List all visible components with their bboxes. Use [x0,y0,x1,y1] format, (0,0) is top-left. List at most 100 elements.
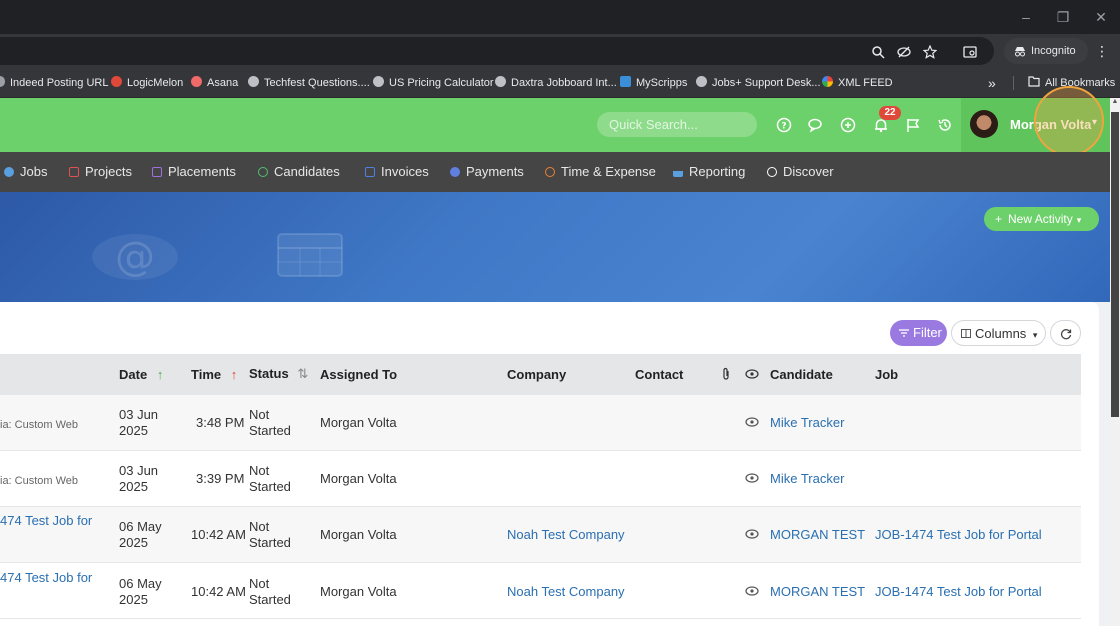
columns-button[interactable]: Columns ▾ [951,320,1046,346]
subject-cell: ia: Custom Web [0,419,79,431]
column-header-time[interactable]: Time ↑ [191,367,237,382]
star-icon[interactable] [923,45,937,59]
scrollbar-thumb[interactable] [1111,112,1119,417]
nav-item-label: Payments [466,164,524,179]
table-row[interactable]: 474 Test Job for 06 May 2025 10:42 AM Not… [0,563,1081,619]
column-header-company[interactable]: Company [507,367,566,382]
chat-icon[interactable] [808,117,824,133]
bookmarks-overflow-icon[interactable]: » [988,75,996,91]
eye-icon[interactable] [745,473,759,483]
bookmark-techfest[interactable]: Techfest Questions.... [248,75,370,91]
calendar-watermark-icon [277,233,343,277]
activity-table-card: Filter Columns ▾ Date ↑ Time ↑ Status ⇅ … [0,302,1099,626]
eye-icon[interactable] [745,417,759,427]
assigned-cell: Morgan Volta [320,584,397,599]
bookmark-daxtra[interactable]: Daxtra Jobboard Int... [495,75,617,91]
subject-link[interactable]: 474 Test Job for [0,513,92,529]
bookmark-indeed[interactable]: Indeed Posting URL [0,75,108,91]
table-row[interactable]: ia: Custom Web 03 Jun 2025 3:48 PM Not Sta… [0,395,1081,451]
nav-item-label: Discover [783,164,834,179]
incognito-indicator[interactable]: Incognito [1004,38,1088,64]
notification-badge: 22 [879,106,901,120]
company-link[interactable]: Noah Test Company [507,527,625,543]
quick-search-input[interactable]: Quick Search... [597,112,757,137]
browser-menu-icon[interactable]: ⋮ [1095,43,1109,59]
columns-label: Columns [975,326,1027,341]
column-header-date[interactable]: Date ↑ [119,367,163,382]
payment-icon [450,167,460,177]
globe-icon [248,76,259,87]
candidate-link[interactable]: Mike Tracker [770,471,844,487]
add-icon[interactable] [840,117,856,133]
nav-item-placements[interactable]: Placements [152,164,236,180]
minimize-icon[interactable]: – [1016,8,1036,26]
svg-text:@: @ [115,234,155,280]
bookmark-pricing[interactable]: US Pricing Calculator [373,75,494,91]
table-row[interactable]: ia: Custom Web 03 Jun 2025 3:39 PM Not Sta… [0,451,1081,507]
eye-off-icon[interactable] [897,45,911,59]
candidate-link[interactable]: Mike Tracker [770,415,844,431]
nav-item-reporting[interactable]: Reporting [673,164,745,180]
subject-link[interactable]: 474 Test Job for [0,570,92,586]
date-line: 2025 [119,592,148,607]
column-header-status[interactable]: Status ⇅ [249,366,308,382]
bookmark-xmlfeed[interactable]: XML FEED [822,75,893,91]
scroll-up-icon[interactable]: ▲ [1111,98,1119,108]
company-link[interactable]: Noah Test Company [507,584,625,600]
chevron-down-icon: ▾ [1032,330,1038,340]
job-link[interactable]: JOB-1474 Test Job for Portal [875,584,1042,600]
nav-item-jobs[interactable]: Jobs [4,164,47,180]
eye-icon[interactable] [745,586,759,596]
bookmark-asana[interactable]: Asana [191,75,238,91]
date-cell: 03 Jun 2025 [119,407,158,439]
tab-search-icon[interactable] [963,45,977,59]
bookmark-label: XML FEED [838,77,893,89]
address-bar[interactable] [0,37,994,65]
new-activity-button[interactable]: + New Activity ▾ [984,207,1099,231]
filter-button[interactable]: Filter [890,320,947,346]
flag-icon[interactable] [905,117,921,133]
nav-item-invoices[interactable]: Invoices [365,164,429,180]
email-watermark-icon: @ [92,234,178,280]
assigned-cell: Morgan Volta [320,471,397,486]
nav-item-label: Invoices [381,164,429,179]
help-icon[interactable]: ? [776,117,792,133]
refresh-button[interactable] [1050,320,1081,346]
status-line: Not [249,463,270,478]
nav-item-time-expense[interactable]: Time & Expense [545,164,656,180]
nav-item-label: Projects [85,164,132,179]
bookmark-label: Asana [207,77,239,89]
bookmark-jobsplus[interactable]: Jobs+ Support Desk... [696,75,821,91]
column-header-candidate[interactable]: Candidate [770,367,833,382]
bookmark-myscripps[interactable]: MyScripps [620,75,687,91]
column-header-job[interactable]: Job [875,367,898,382]
invoice-icon [365,167,375,177]
close-icon[interactable]: ✕ [1091,8,1111,26]
trophy-icon [4,167,14,177]
job-link[interactable]: JOB-1474 Test Job for Portal [875,527,1042,543]
asana-icon [191,76,202,87]
bookmark-label: Techfest Questions.... [264,77,370,89]
candidate-link[interactable]: MORGAN TEST [770,527,865,543]
eye-icon[interactable] [745,529,759,539]
column-header-contact[interactable]: Contact [635,367,683,382]
nav-item-candidates[interactable]: Candidates [258,164,340,180]
svg-text:?: ? [781,122,786,132]
table-row[interactable]: 474 Test Job for 06 May 2025 10:42 AM Not… [0,507,1081,563]
incognito-label: Incognito [1031,45,1076,57]
candidate-link[interactable]: MORGAN TEST [770,584,865,600]
bookmark-logicmelon[interactable]: LogicMelon [111,75,183,91]
page-scrollbar[interactable]: ▲ [1110,98,1120,626]
folder-icon [1028,76,1040,87]
time-cell: 3:39 PM [196,471,245,486]
column-header-assigned-to[interactable]: Assigned To [320,367,397,382]
zoom-icon[interactable] [871,45,885,59]
app-header: Quick Search... ? Morgan Volta ▾ [0,98,1120,152]
nav-item-projects[interactable]: Projects [69,164,132,180]
date-cell: 03 Jun 2025 [119,463,158,495]
restore-icon[interactable]: ❐ [1053,8,1073,26]
nav-item-payments[interactable]: Payments [450,164,524,180]
history-icon[interactable] [937,117,953,133]
nav-item-discover[interactable]: Discover [767,164,834,180]
briefcase-icon [152,167,162,177]
